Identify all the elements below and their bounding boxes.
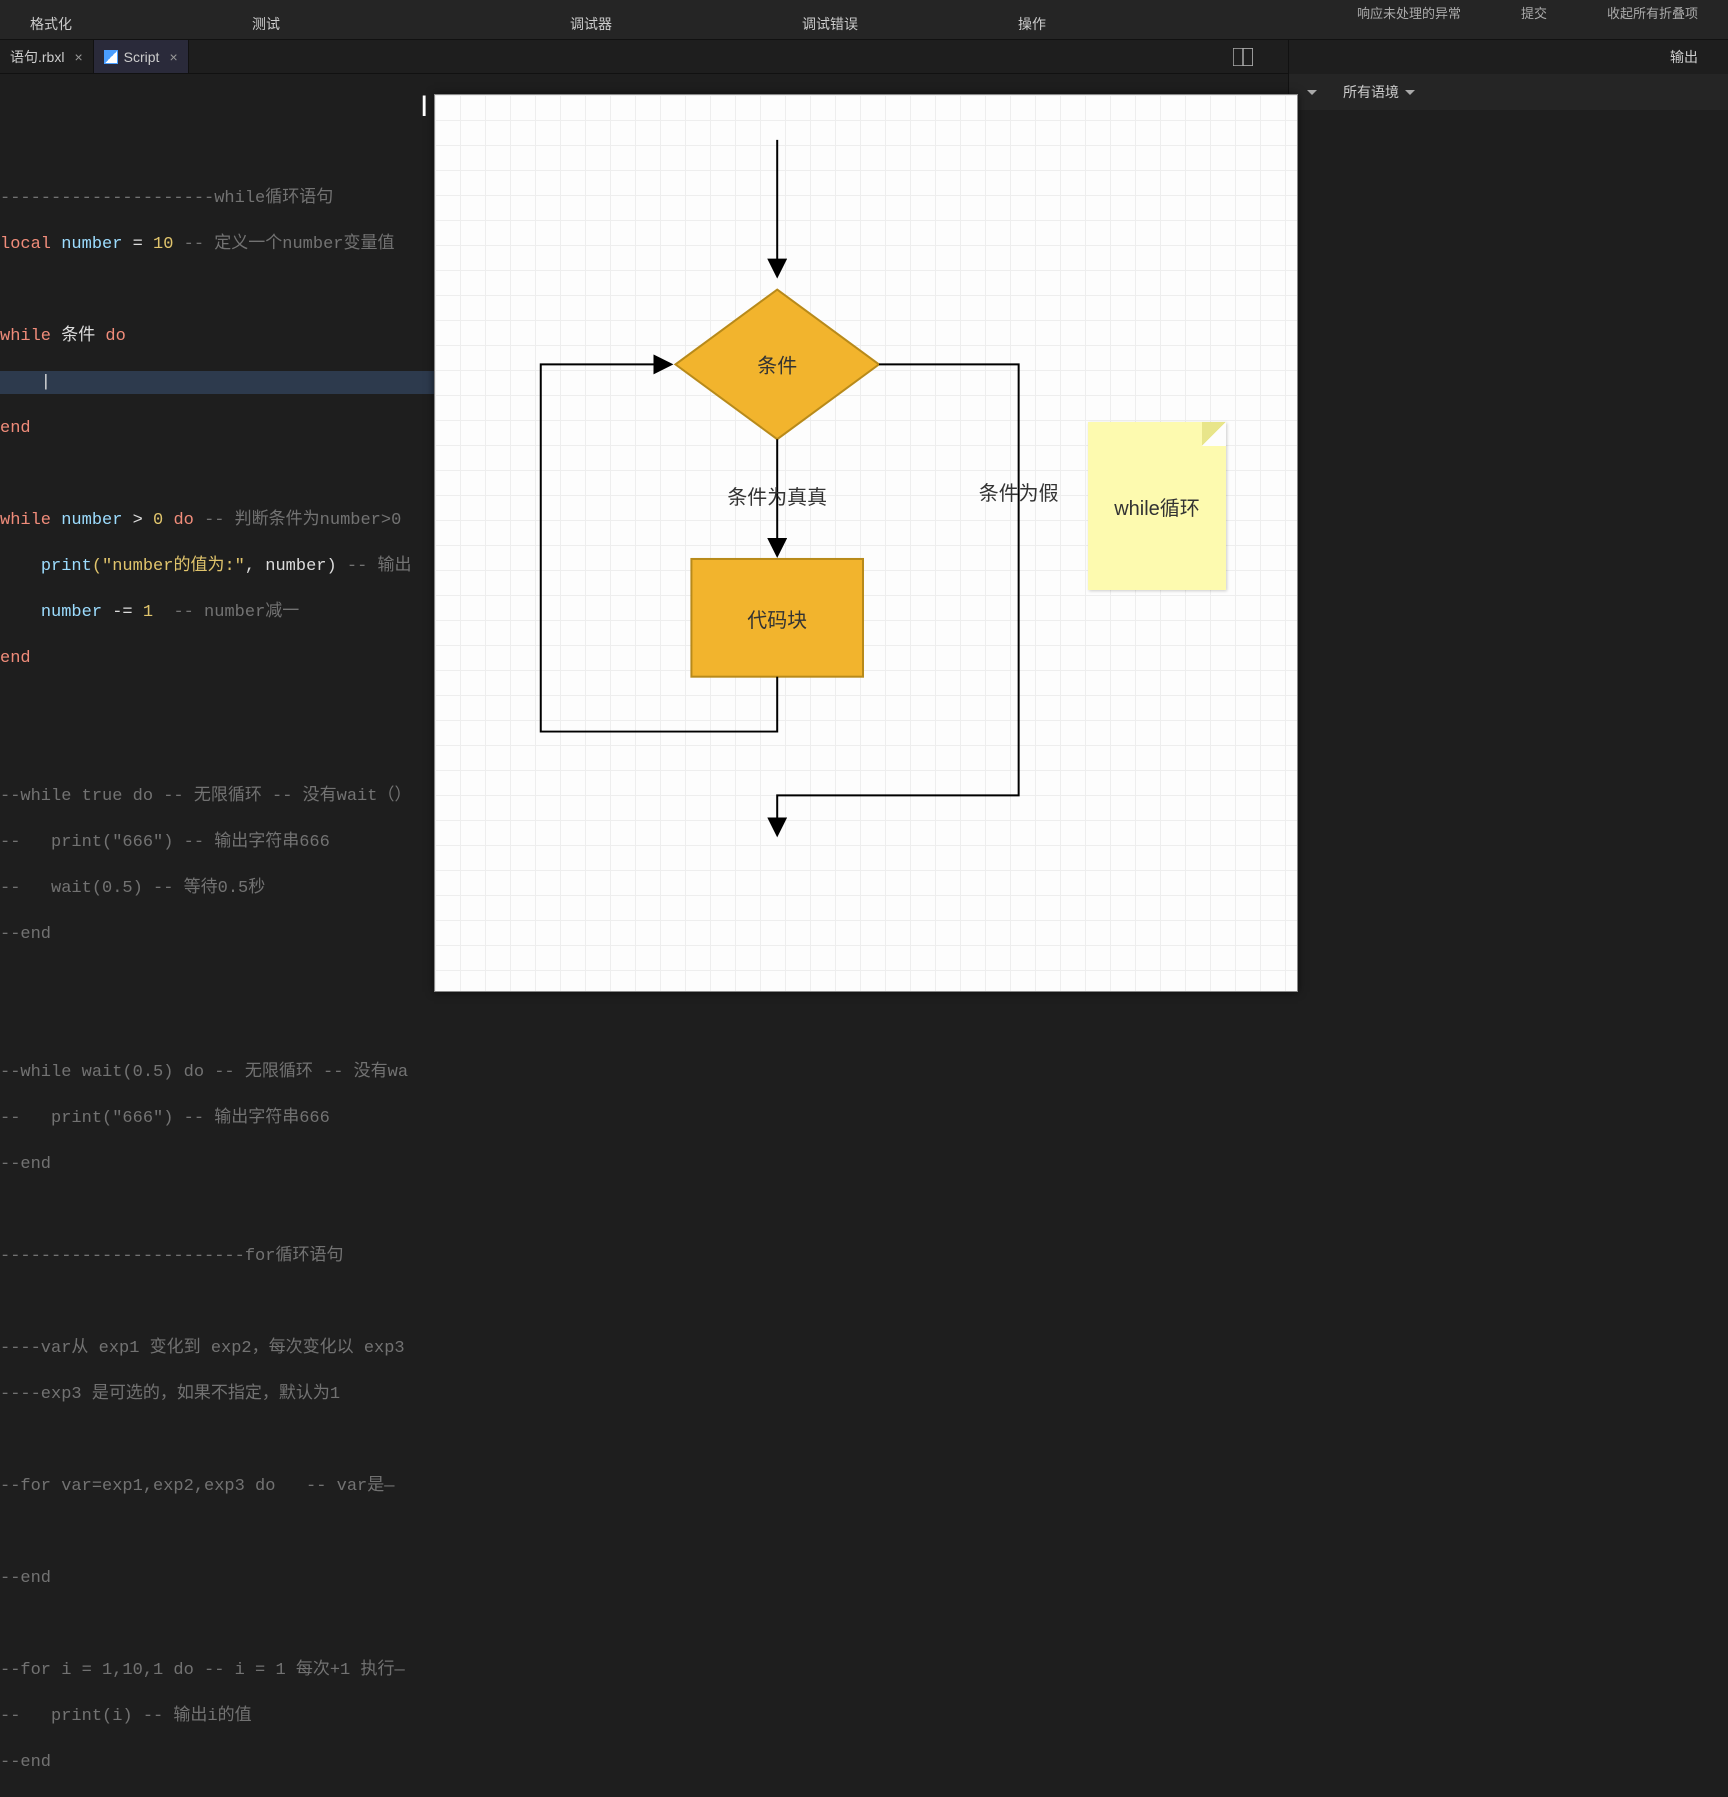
script-icon: [104, 50, 118, 64]
chevron-down-icon: [1307, 90, 1317, 95]
chevron-down-icon: [1405, 90, 1415, 95]
ribbon-debugger[interactable]: 调试器: [540, 14, 642, 39]
split-editor-icon[interactable]: [1228, 44, 1258, 70]
tab-rbxl-label: 语句.rbxl: [10, 47, 64, 67]
close-icon[interactable]: ×: [74, 49, 82, 65]
tab-script[interactable]: Script ×: [94, 40, 189, 73]
ribbon-format[interactable]: 格式化: [0, 14, 102, 39]
sticky-note: while循环: [1088, 422, 1226, 590]
condition-label: 条件: [757, 354, 797, 377]
ribbon-test[interactable]: 测试: [222, 14, 310, 39]
filter-context-dropdown[interactable]: 所有语境: [1335, 78, 1423, 106]
tab-rbxl[interactable]: 语句.rbxl ×: [0, 40, 94, 73]
output-label: 输出: [1670, 47, 1698, 67]
flowchart-diagram: 条件 条件为假 条件为真真 代码块 while循环: [434, 94, 1298, 992]
false-label: 条件为假: [979, 482, 1059, 505]
tab-script-label: Script: [124, 49, 160, 65]
text-cursor-icon: I: [420, 90, 422, 126]
code-block-label: 代码块: [747, 609, 807, 632]
true-label: 条件为真真: [727, 486, 827, 509]
close-icon[interactable]: ×: [169, 49, 177, 65]
output-panel-header: 输出: [1288, 40, 1728, 74]
output-filter-bar: 所有语境: [1288, 74, 1728, 110]
opt-unhandled[interactable]: 响应未处理的异常: [1347, 0, 1471, 25]
filter-dropdown-1[interactable]: [1299, 86, 1325, 99]
opt-raise[interactable]: 提交: [1511, 0, 1557, 25]
note-text: while循环: [1114, 492, 1200, 521]
filter-context-label: 所有语境: [1343, 82, 1399, 102]
opt-fold[interactable]: 收起所有折叠项: [1597, 0, 1708, 25]
ribbon-right-options: 响应未处理的异常 提交 收起所有折叠项: [1347, 0, 1708, 25]
ribbon-debug-error[interactable]: 调试错误: [772, 14, 888, 39]
ribbon-operation[interactable]: 操作: [988, 14, 1076, 39]
